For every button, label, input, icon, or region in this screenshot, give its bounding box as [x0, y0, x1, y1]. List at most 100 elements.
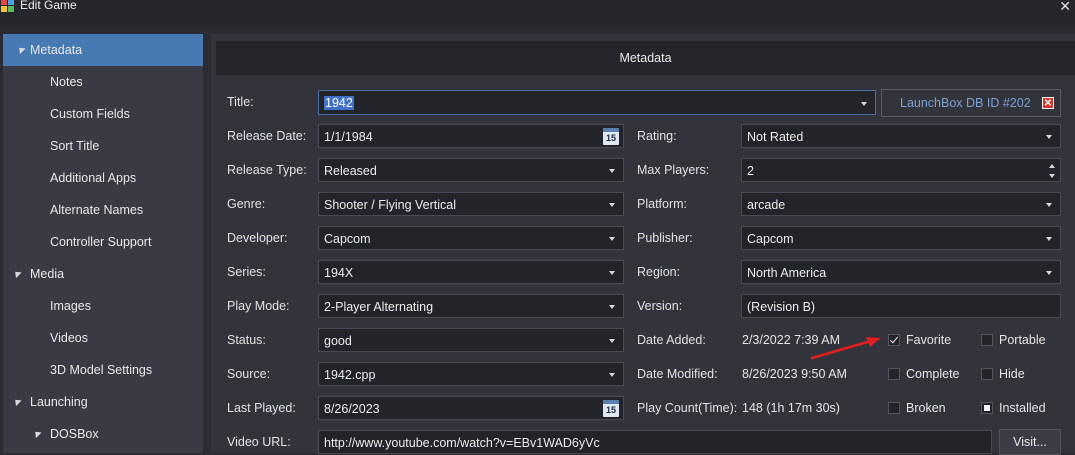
release-date-input[interactable]: 1/1/1984 15	[318, 124, 624, 148]
remove-db-id-icon[interactable]: ✕	[1042, 97, 1054, 109]
sidebar-item-additional-apps[interactable]: Additional Apps	[3, 162, 203, 194]
expand-triangle-icon[interactable]	[16, 44, 26, 55]
sidebar-item-videos[interactable]: Videos	[3, 322, 203, 354]
calendar-icon[interactable]: 15	[603, 128, 619, 145]
sidebar-item-dosbox[interactable]: DOSBox	[3, 418, 203, 450]
sidebar-item-label: Sort Title	[50, 139, 100, 153]
sidebar-item-controller-support[interactable]: Controller Support	[3, 226, 203, 258]
sidebar-item-custom-fields[interactable]: Custom Fields	[3, 98, 203, 130]
platform-label: Platform:	[637, 197, 688, 211]
sidebar-item-label: 3D Model Settings	[50, 363, 153, 377]
video-url-value: http://www.youtube.com/watch?v=EBv1WAD6y…	[324, 436, 600, 450]
expand-triangle-icon[interactable]	[12, 268, 22, 279]
installed-checkbox[interactable]	[981, 402, 993, 414]
expand-triangle-icon[interactable]	[12, 396, 22, 407]
sidebar-item-label: Additional Apps	[50, 171, 137, 185]
title-combobox[interactable]: 1942	[318, 90, 876, 115]
play-count-value: 148 (1h 17m 30s)	[742, 401, 840, 415]
sidebar-item-media[interactable]: Media	[3, 258, 203, 290]
sidebar-item-launching[interactable]: Launching	[3, 386, 203, 418]
publisher-select[interactable]: Capcom	[741, 226, 1061, 250]
version-input[interactable]: (Revision B)	[741, 294, 1061, 318]
chevron-down-icon[interactable]	[609, 339, 615, 343]
genre-select[interactable]: Shooter / Flying Vertical	[318, 192, 624, 216]
chevron-down-icon[interactable]	[609, 169, 615, 173]
installed-label: Installed	[999, 401, 1046, 415]
version-label: Version:	[637, 299, 683, 313]
calendar-icon[interactable]: 15	[603, 400, 619, 417]
sidebar-item-notes[interactable]: Notes	[3, 66, 203, 98]
expand-triangle-icon[interactable]	[32, 428, 42, 439]
platform-value: arcade	[747, 198, 786, 212]
release-type-value: Released	[324, 164, 377, 178]
platform-select[interactable]: arcade	[741, 192, 1061, 216]
sidebar-item-images[interactable]: Images	[3, 290, 203, 322]
db-id-label: LaunchBox DB ID #202	[900, 96, 1031, 110]
release-type-select[interactable]: Released	[318, 158, 624, 182]
source-value: 1942.cpp	[324, 368, 376, 382]
date-added-label: Date Added:	[637, 333, 706, 347]
source-select[interactable]: 1942.cpp	[318, 362, 624, 386]
close-icon[interactable]: ✕	[1059, 0, 1071, 15]
chevron-down-icon[interactable]	[1046, 237, 1052, 241]
last-played-label: Last Played:	[227, 401, 296, 415]
hide-checkbox[interactable]	[981, 368, 993, 380]
source-label: Source:	[227, 367, 271, 381]
video-url-input[interactable]: http://www.youtube.com/watch?v=EBv1WAD6y…	[318, 430, 992, 454]
series-label: Series:	[227, 265, 266, 279]
chevron-down-icon[interactable]	[609, 305, 615, 309]
date-modified-label: Date Modified:	[637, 367, 718, 381]
status-value: good	[324, 334, 352, 348]
rating-select[interactable]: Not Rated	[741, 124, 1061, 148]
stepper-arrows-icon[interactable]	[1045, 160, 1059, 181]
status-select[interactable]: good	[318, 328, 624, 352]
chevron-down-icon[interactable]	[609, 237, 615, 241]
chevron-down-icon[interactable]	[609, 203, 615, 207]
complete-label: Complete	[906, 367, 960, 381]
publisher-label: Publisher:	[637, 231, 693, 245]
release-date-label: Release Date:	[227, 129, 307, 143]
sidebar-item-label: DOSBox	[50, 427, 99, 441]
broken-checkbox[interactable]	[888, 402, 900, 414]
play-count-label: Play Count(Time):	[637, 401, 738, 415]
title-value: 1942	[324, 96, 354, 110]
sidebar-item-3d-model-settings[interactable]: 3D Model Settings	[3, 354, 203, 386]
metadata-panel: Metadata Title: 1942 LaunchBox DB ID #20…	[211, 34, 1075, 455]
chevron-down-icon[interactable]	[1046, 271, 1052, 275]
chevron-down-icon[interactable]	[609, 271, 615, 275]
chevron-down-icon[interactable]	[609, 373, 615, 377]
version-value: (Revision B)	[747, 300, 816, 314]
app-icon	[1, 0, 14, 12]
series-select[interactable]: 194X	[318, 260, 624, 284]
hide-label: Hide	[999, 367, 1025, 381]
sidebar-item-metadata[interactable]: Metadata	[3, 34, 203, 66]
chevron-down-icon[interactable]	[1046, 203, 1052, 207]
sidebar-item-label: Controller Support	[50, 235, 152, 249]
complete-checkbox[interactable]	[888, 368, 900, 380]
chevron-down-icon[interactable]	[1046, 135, 1052, 139]
rating-label: Rating:	[637, 129, 677, 143]
portable-checkbox[interactable]	[981, 334, 993, 346]
visit-button[interactable]: Visit...	[999, 429, 1061, 455]
play-mode-value: 2-Player Alternating	[324, 300, 434, 314]
sidebar-item-label: Alternate Names	[50, 203, 144, 217]
region-select[interactable]: North America	[741, 260, 1061, 284]
region-label: Region:	[637, 265, 681, 279]
series-value: 194X	[324, 266, 354, 280]
launchbox-db-id[interactable]: LaunchBox DB ID #202 ✕	[881, 89, 1061, 117]
sidebar-item-alternate-names[interactable]: Alternate Names	[3, 194, 203, 226]
publisher-value: Capcom	[747, 232, 794, 246]
sidebar-item-label: Videos	[50, 331, 88, 345]
annotation-arrow-icon	[810, 337, 881, 360]
region-value: North America	[747, 266, 827, 280]
play-mode-select[interactable]: 2-Player Alternating	[318, 294, 624, 318]
developer-label: Developer:	[227, 231, 288, 245]
sidebar: Metadata Notes Custom Fields Sort Title …	[3, 34, 203, 453]
last-played-input[interactable]: 8/26/2023 15	[318, 396, 624, 420]
favorite-checkbox[interactable]	[888, 334, 900, 346]
developer-value: Capcom	[324, 232, 371, 246]
developer-select[interactable]: Capcom	[318, 226, 624, 250]
chevron-down-icon[interactable]	[861, 102, 867, 106]
max-players-stepper[interactable]: 2	[741, 158, 1061, 182]
sidebar-item-sort-title[interactable]: Sort Title	[3, 130, 203, 162]
